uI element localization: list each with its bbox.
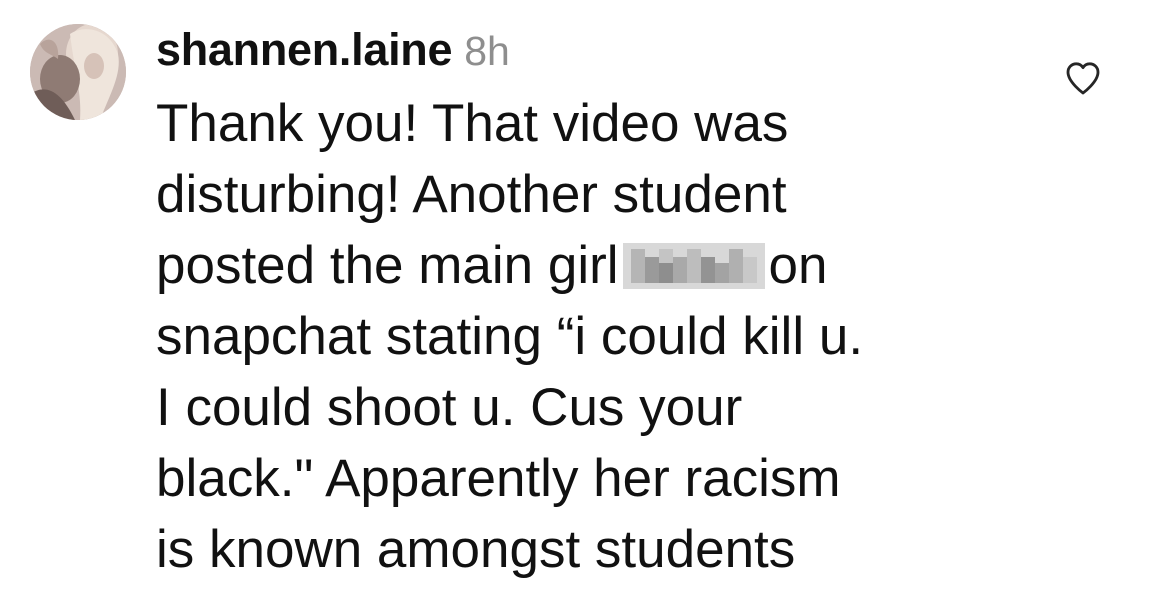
pixelated-name [622, 243, 765, 289]
timestamp: 8h [464, 28, 510, 74]
comment-body: shannen.laine 8h Thank you! That video wa… [156, 18, 1036, 585]
comment-line: posted the main girl on [156, 230, 1036, 301]
comment-line-text: on [768, 236, 828, 295]
avatar[interactable] [30, 24, 126, 120]
comment-line: black." Apparently her racism [156, 449, 841, 508]
comment-line-text: posted the main girl [156, 236, 619, 295]
comment-header: shannen.laine 8h [156, 18, 1036, 82]
comment-text: Thank you! That video was disturbing! An… [156, 88, 1036, 585]
comment-line: disturbing! Another student [156, 165, 787, 224]
like-button[interactable] [1063, 58, 1103, 98]
comment-line: Thank you! That video was [156, 94, 789, 153]
comment: shannen.laine 8h Thank you! That video wa… [0, 0, 1173, 606]
comment-line: I could shoot u. Cus your [156, 378, 743, 437]
comment-line: is known amongst students [156, 520, 796, 579]
avatar-photo [30, 24, 126, 120]
heart-icon [1066, 62, 1100, 95]
username[interactable]: shannen.laine [156, 24, 452, 75]
comment-line: snapchat stating “i could kill u. [156, 307, 864, 366]
